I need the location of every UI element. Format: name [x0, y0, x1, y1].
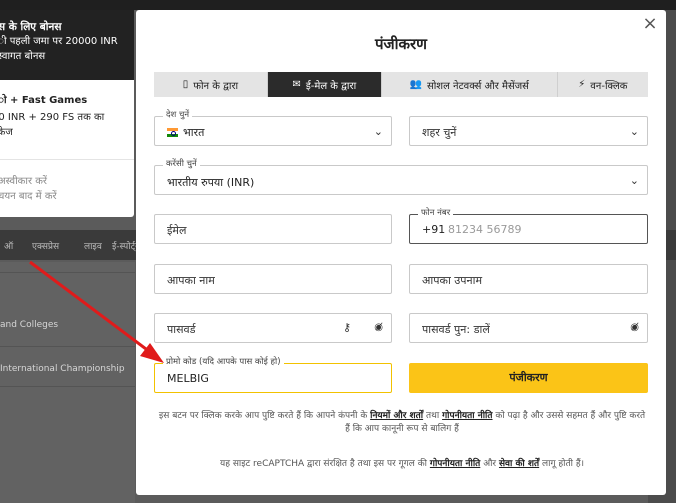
currency-select[interactable]: करेंसी चुनें भारतीय रुपया (INR) ⌄ — [154, 159, 648, 195]
captcha-text-part: लागू होती हैं। — [542, 459, 585, 469]
tab-label: सोशल नेटवर्क्स और मैसेंजर्स — [426, 80, 529, 92]
bonus-reject-option[interactable]: अस्वीकार करें चयन बाद में करें — [0, 160, 134, 204]
bolt-icon: ⚡ — [578, 79, 586, 90]
password-field[interactable]: पासवर्ड ⚷ ◉̸ — [154, 313, 392, 343]
site-top-bar — [0, 0, 676, 10]
bonus-option-title: ो + Fast Games — [0, 95, 88, 106]
recaptcha-notice: यह साइट reCAPTCHA द्वारा संरक्षित है तथा… — [156, 456, 648, 469]
password-repeat-placeholder: पासवर्ड पुन: डालें — [422, 323, 490, 336]
chevron-down-icon: ⌄ — [373, 125, 383, 138]
bonus-option-line: पैकेज — [0, 127, 13, 138]
eye-slash-icon[interactable]: ◉̸ — [630, 322, 639, 333]
last-name-field[interactable]: आपका उपनाम — [409, 264, 648, 294]
terms-text-part: इस बटन पर क्लिक करके आप पुष्टि करते हैं … — [158, 411, 368, 421]
city-placeholder: शहर चुनें — [422, 126, 457, 139]
bonus-reject-label: अस्वीकार करें — [0, 176, 47, 187]
tab-label: फोन के द्वारा — [193, 80, 239, 92]
bg-nav-item[interactable]: ऑ — [4, 239, 13, 252]
eye-slash-icon[interactable]: ◉̸ — [374, 322, 383, 333]
tab-label: ई-मेल के द्वारा — [305, 80, 357, 92]
bonus-line: ी पहली जमा पर 20000 INR — [0, 36, 118, 47]
promo-code-value: MELBIG — [167, 372, 209, 385]
country-select[interactable]: देश चुनें भारत ⌄ — [154, 110, 392, 146]
bonus-header: स के लिए बोनस ी पहली जमा पर 20000 INR स्… — [0, 10, 134, 80]
bg-nav-item[interactable]: लाइव — [84, 239, 102, 252]
google-privacy-link[interactable]: गोपनीयता नीति — [430, 459, 480, 469]
bonus-line: स्वागत बोनस — [0, 51, 46, 62]
first-name-field[interactable]: आपका नाम — [154, 264, 392, 294]
promo-code-field[interactable]: प्रोमो कोड (यदि आपके पास कोई हो) MELBIG — [154, 357, 392, 393]
captcha-text-part: और — [483, 459, 497, 469]
promo-code-label: प्रोमो कोड (यदि आपके पास कोई हो) — [163, 357, 284, 368]
terms-text: इस बटन पर क्लिक करके आप पुष्टि करते हैं … — [156, 410, 648, 436]
email-placeholder: ईमेल — [167, 224, 187, 237]
bg-nav-item[interactable]: एक्सप्रेस — [32, 239, 59, 252]
tab-social[interactable]: 👥 सोशल नेटवर्क्स और मैसेंजर्स — [381, 72, 558, 97]
users-icon: 👥 — [409, 79, 422, 90]
currency-label: करेंसी चुनें — [163, 159, 200, 170]
india-flag-icon — [167, 128, 178, 137]
country-label: देश चुनें — [163, 110, 193, 121]
phone-country-code: +91 — [422, 223, 446, 236]
modal-title: पंजीकरण — [374, 35, 428, 53]
close-button[interactable]: × — [640, 14, 660, 34]
city-select[interactable]: शहर चुनें ⌄ — [409, 116, 648, 146]
phone-field[interactable]: फोन नंबर +91 81234 56789 — [409, 208, 648, 244]
key-icon[interactable]: ⚷ — [343, 321, 351, 334]
bg-list-item[interactable]: and Colleges — [0, 320, 58, 330]
bonus-option[interactable]: ो + Fast Games 00 INR + 290 FS तक का पैक… — [0, 80, 134, 160]
terms-text-part: तथा — [425, 411, 440, 421]
password-repeat-field[interactable]: पासवर्ड पुन: डालें ◉̸ — [409, 313, 648, 343]
password-placeholder: पासवर्ड — [167, 323, 196, 336]
registration-tabs: ▯ फोन के द्वारा ✉ ई-मेल के द्वारा 👥 सोशल… — [154, 72, 648, 97]
registration-modal: × पंजीकरण ▯ फोन के द्वारा ✉ ई-मेल के द्व… — [136, 10, 666, 495]
background-event-list: and Colleges International Championship — [0, 262, 135, 503]
phone-icon: ▯ — [182, 79, 189, 90]
chevron-down-icon: ⌄ — [629, 174, 639, 187]
privacy-policy-link[interactable]: गोपनीयता नीति — [442, 411, 492, 421]
last-name-placeholder: आपका उपनाम — [422, 274, 483, 287]
bonus-popup: स के लिए बोनस ी पहली जमा पर 20000 INR स्… — [0, 10, 134, 217]
tab-label: वन-क्लिक — [590, 80, 628, 92]
captcha-text-part: यह साइट reCAPTCHA द्वारा संरक्षित है तथा… — [219, 459, 427, 469]
bonus-later-label: चयन बाद में करें — [0, 191, 57, 202]
tab-one-click[interactable]: ⚡ वन-क्लिक — [557, 72, 648, 97]
currency-value: भारतीय रुपया (INR) — [167, 176, 255, 189]
tab-phone[interactable]: ▯ फोन के द्वारा — [154, 72, 268, 97]
country-value: भारत — [183, 126, 205, 139]
chevron-down-icon: ⌄ — [629, 125, 639, 138]
phone-placeholder: 81234 56789 — [448, 223, 522, 236]
register-button[interactable]: पंजीकरण — [409, 363, 648, 393]
google-terms-link[interactable]: सेवा की शर्तें — [499, 459, 539, 469]
envelope-icon: ✉ — [292, 79, 301, 90]
bonus-option-line: 00 INR + 290 FS तक का — [0, 112, 105, 123]
email-field[interactable]: ईमेल — [154, 214, 392, 244]
terms-and-conditions-link[interactable]: नियमों और शर्तों — [370, 411, 423, 421]
first-name-placeholder: आपका नाम — [167, 274, 215, 287]
bonus-title: स के लिए बोनस — [0, 21, 62, 33]
bg-list-item[interactable]: International Championship — [0, 364, 125, 374]
tab-email[interactable]: ✉ ई-मेल के द्वारा — [267, 72, 382, 97]
phone-label: फोन नंबर — [418, 208, 454, 219]
